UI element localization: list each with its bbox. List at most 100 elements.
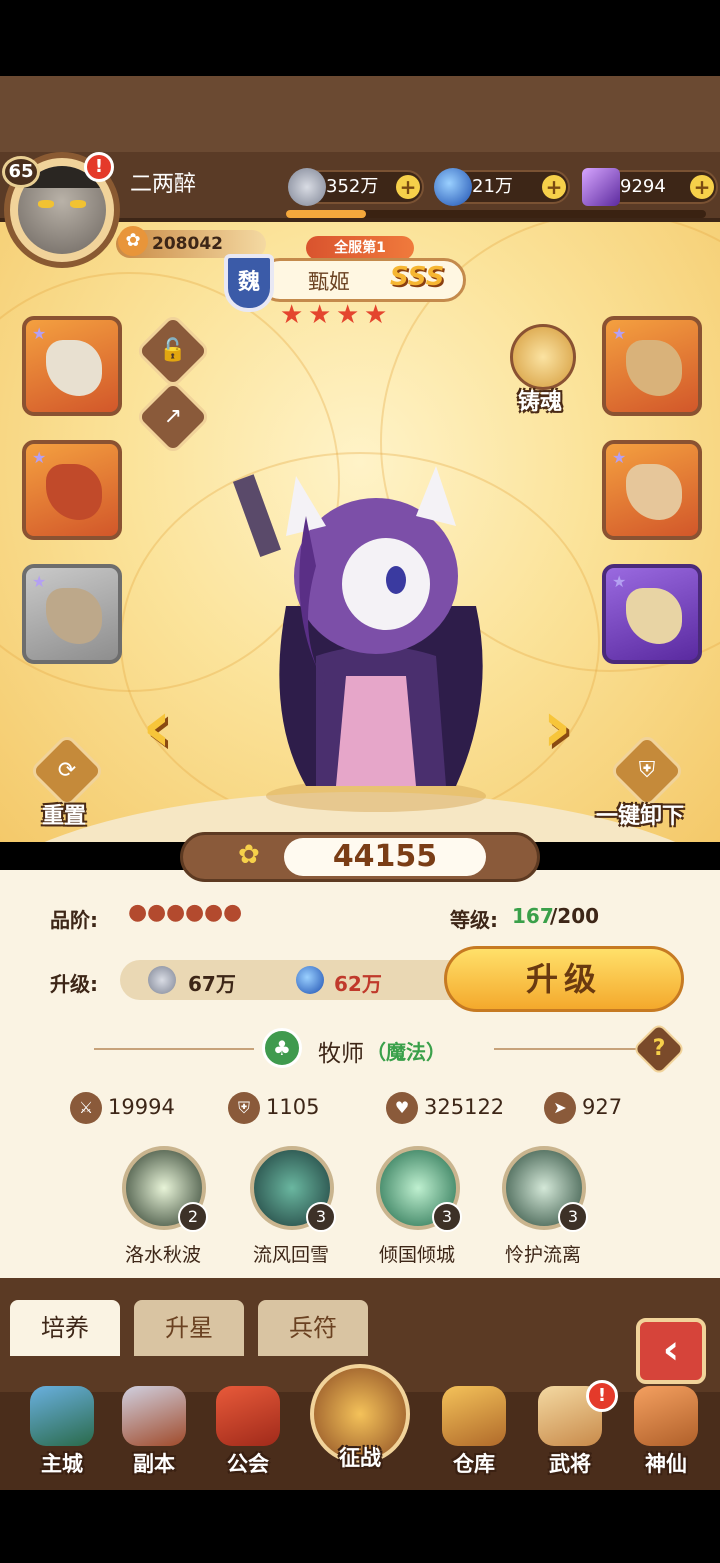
class-name: 牧师 xyxy=(318,1041,364,1067)
player-score: 208042 xyxy=(152,234,223,254)
silver-resource[interactable]: 352万 + xyxy=(288,168,424,206)
attack-value: 19994 xyxy=(108,1095,175,1119)
defense-stat: ⛨ 1105 xyxy=(228,1092,320,1124)
skill-1-icon[interactable]: 2 xyxy=(122,1146,208,1232)
gem-icon: ★ xyxy=(612,572,627,591)
shield-icon: ⛨ xyxy=(228,1092,260,1124)
crystal-resource[interactable]: 9294 + xyxy=(582,168,718,206)
add-silver-button[interactable]: + xyxy=(396,175,420,199)
silver-coin-icon xyxy=(288,168,326,206)
soul-forge-label: 铸魂 xyxy=(518,390,563,415)
unequip-all-label: 一键卸下 xyxy=(596,804,685,829)
star-icon: ★ xyxy=(308,300,332,330)
back-button[interactable]: ‹ xyxy=(636,1318,706,1384)
upgrade-button[interactable]: 升级 xyxy=(444,946,684,1012)
sword-icon xyxy=(122,1386,186,1446)
hero-name: 甄姬 xyxy=(308,270,350,294)
quality-drop-icon: ● xyxy=(185,900,205,925)
nav-campaign[interactable]: 征战 xyxy=(306,1360,414,1484)
equip-slot-weapon[interactable]: ★ xyxy=(22,316,122,416)
skill-4-name: 怜护流离 xyxy=(504,1244,581,1266)
gem-icon: ★ xyxy=(612,324,627,343)
quality-drop-icon: ● xyxy=(204,900,224,925)
heart-icon: ♥ xyxy=(386,1092,418,1124)
armor-icon: ⛨ xyxy=(638,758,656,783)
add-orb-button[interactable]: + xyxy=(542,175,566,199)
star-icon: ★ xyxy=(336,300,360,330)
gem-icon: ★ xyxy=(612,448,627,467)
nav-immortals[interactable]: 神仙 xyxy=(624,1380,708,1484)
level-label: 等级: xyxy=(450,908,498,932)
boots-icon xyxy=(626,464,682,520)
skill-3-name: 倾国倾城 xyxy=(378,1244,455,1266)
generals-alert-icon: ! xyxy=(586,1380,618,1412)
speed-value: 927 xyxy=(582,1095,623,1119)
quality-drop-icon: ● xyxy=(147,900,167,925)
reset-label: 重置 xyxy=(42,804,87,829)
silver-cost: 67万 xyxy=(188,972,236,996)
faction-shield-icon: 魏 xyxy=(224,254,274,312)
star-icon: ★ xyxy=(364,300,388,330)
treasure-bag-icon xyxy=(442,1386,506,1446)
blue-orb-icon xyxy=(434,168,472,206)
orb-value: 21万 xyxy=(472,176,513,197)
level-current: 167 xyxy=(512,904,554,928)
nav-warehouse[interactable]: 仓库 xyxy=(432,1380,516,1484)
nav-label: 征战 xyxy=(339,1446,381,1470)
skill-level-badge: 2 xyxy=(178,1202,208,1232)
tab-tally[interactable]: 兵符 xyxy=(258,1300,368,1356)
nav-label: 主城 xyxy=(41,1452,83,1476)
skill-4-icon[interactable]: 3 xyxy=(502,1146,588,1232)
quality-drop-icon: ● xyxy=(166,900,186,925)
blue-orb-icon xyxy=(296,966,324,994)
quality-drop-icon: ● xyxy=(128,900,148,925)
quality-label: 品阶: xyxy=(50,908,98,932)
top-band xyxy=(0,76,720,152)
star-icon: ★ xyxy=(280,300,304,330)
tab-star-up[interactable]: 升星 xyxy=(134,1300,244,1356)
equip-slot-accessory[interactable]: ★ xyxy=(602,564,702,664)
nav-guild[interactable]: 公会 xyxy=(206,1380,290,1484)
gem-icon: ★ xyxy=(32,448,47,467)
add-crystal-button[interactable]: + xyxy=(690,175,714,199)
skill-3-icon[interactable]: 3 xyxy=(376,1146,462,1232)
statue-icon xyxy=(46,588,102,644)
attack-stat: ⚔ 19994 xyxy=(70,1092,175,1124)
paw-icon: ✿ xyxy=(238,840,260,870)
equip-slot-boots[interactable]: ★ xyxy=(602,440,702,540)
experience-fill xyxy=(286,210,366,218)
skill-level-badge: 3 xyxy=(558,1202,588,1232)
soul-forge-button[interactable] xyxy=(510,324,576,390)
defense-value: 1105 xyxy=(266,1095,320,1119)
attribute-panel xyxy=(0,870,720,1280)
boot-icon: ➤ xyxy=(544,1092,576,1124)
purple-crystal-icon xyxy=(582,168,620,206)
health-value: 325122 xyxy=(424,1095,505,1119)
unlock-icon: 🔓 xyxy=(159,338,187,363)
orb-cost: 62万 xyxy=(334,972,382,996)
previous-hero-button[interactable]: ‹ xyxy=(130,686,184,766)
help-icon: ? xyxy=(652,1036,666,1061)
nav-main-city[interactable]: 主城 xyxy=(20,1380,104,1484)
silver-coin-icon xyxy=(148,966,176,994)
combat-power: 44155 xyxy=(332,839,438,874)
next-hero-button[interactable]: › xyxy=(530,686,584,766)
nav-dungeon[interactable]: 副本 xyxy=(112,1380,196,1484)
nav-label: 神仙 xyxy=(645,1452,687,1476)
city-icon xyxy=(30,1386,94,1446)
notification-alert-icon[interactable]: ! xyxy=(84,152,114,182)
health-stat: ♥ 325122 xyxy=(386,1092,505,1124)
scroll-icon xyxy=(626,588,682,644)
orb-resource[interactable]: 21万 + xyxy=(434,168,570,206)
hero-character-illustration xyxy=(232,466,486,812)
skill-2-icon[interactable]: 3 xyxy=(250,1146,336,1232)
level-max: /200 xyxy=(550,904,600,928)
equip-slot-mount[interactable]: ★ xyxy=(22,564,122,664)
nav-label: 武将 xyxy=(549,1452,591,1476)
paw-icon: ✿ xyxy=(118,226,148,256)
armor-icon xyxy=(626,340,682,396)
equip-slot-helmet[interactable]: ★ xyxy=(22,440,122,540)
flag-icon xyxy=(216,1386,280,1446)
equip-slot-armor[interactable]: ★ xyxy=(602,316,702,416)
tab-train[interactable]: 培养 xyxy=(10,1300,120,1356)
